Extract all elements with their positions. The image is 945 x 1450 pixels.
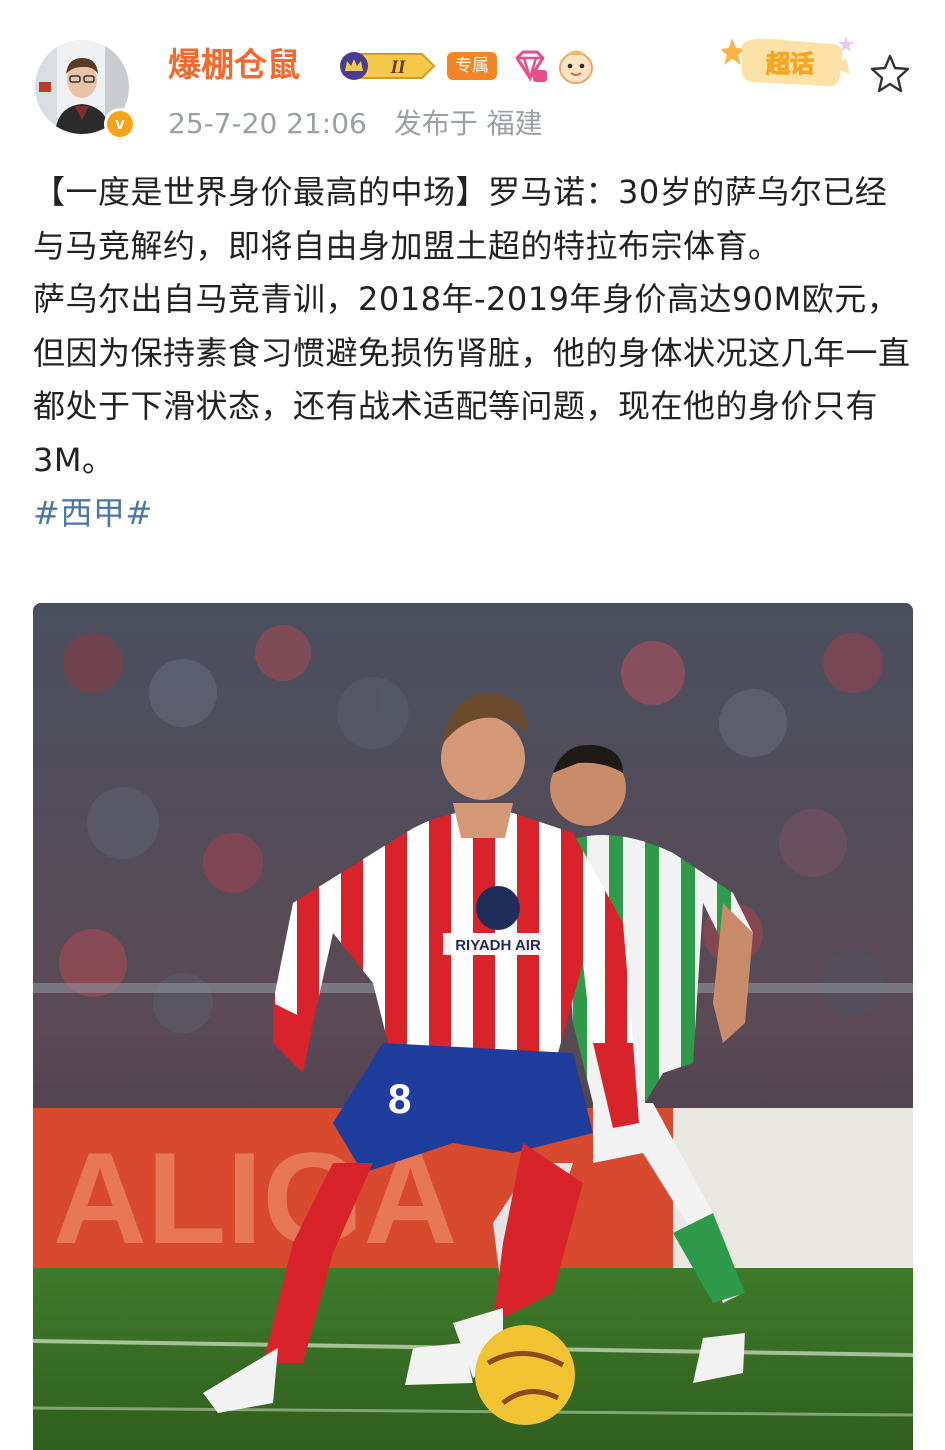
jersey-sponsor: RIYADH AIR bbox=[455, 937, 541, 954]
post-content: 【一度是世界身价最高的中场】罗马诺：30岁的萨乌尔已经与马竞解约，即将自由身加盟… bbox=[33, 166, 913, 541]
shirt-number: 8 bbox=[388, 1075, 411, 1122]
post-meta: 25-7-20 21:06 发布于 福建 bbox=[168, 104, 561, 144]
supertopic-label: 超话 bbox=[766, 50, 814, 78]
post-time: 25-7-20 21:06 bbox=[168, 107, 367, 140]
crown-level-icon[interactable]: II bbox=[338, 50, 436, 82]
supertopic-icon[interactable]: 超话 bbox=[722, 30, 862, 92]
mascot-icon[interactable] bbox=[557, 46, 595, 86]
weibo-post: v 爆棚仓鼠 II 专属 25-7-20 21:06 发布于 福建 超话 【一度… bbox=[0, 0, 945, 1450]
verified-icon: v bbox=[104, 108, 136, 140]
level-badge-text: II bbox=[390, 57, 406, 78]
author-name[interactable]: 爆棚仓鼠 bbox=[168, 42, 300, 88]
football bbox=[475, 1325, 575, 1425]
post-photo[interactable]: ALIGA 8 RIYADH AIR bbox=[33, 603, 913, 1450]
hashtag-link[interactable]: #西甲# bbox=[33, 494, 153, 532]
post-paragraph-1: 【一度是世界身价最高的中场】罗马诺：30岁的萨乌尔已经与马竞解约，即将自由身加盟… bbox=[33, 173, 888, 265]
star-icon[interactable] bbox=[868, 52, 912, 96]
post-paragraph-2: 萨乌尔出自马竞青训，2018年-2019年身价高达90M欧元，但因为保持素食习惯… bbox=[33, 280, 911, 479]
gem-icon[interactable] bbox=[511, 48, 549, 86]
post-location: 发布于 福建 bbox=[393, 107, 543, 140]
exclusive-tag[interactable]: 专属 bbox=[447, 52, 497, 80]
